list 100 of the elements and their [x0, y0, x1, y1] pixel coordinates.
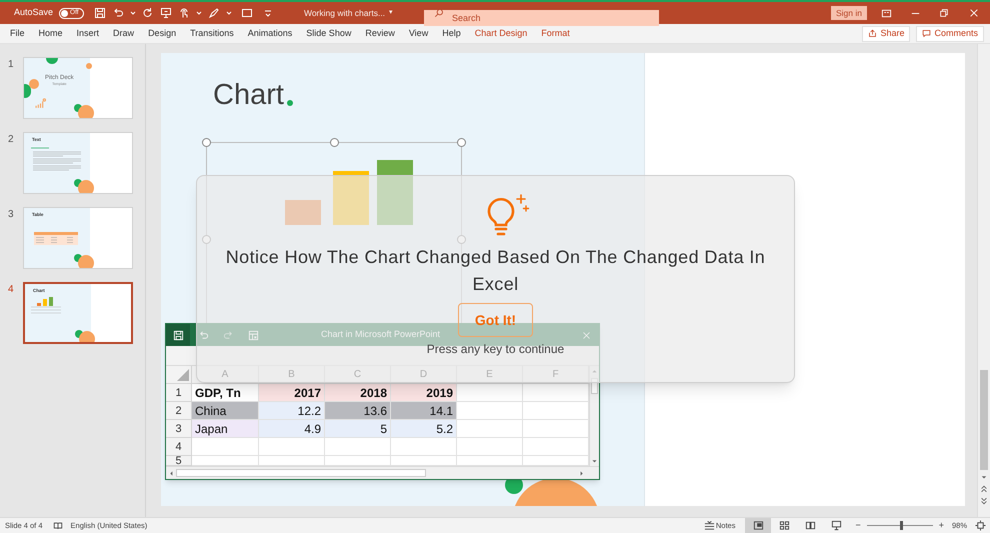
- search-icon: [434, 8, 444, 18]
- ribbon-tab[interactable]: Insert: [76, 26, 100, 40]
- spreadsheet-cell[interactable]: [457, 438, 523, 456]
- ribbon-tab[interactable]: Draw: [113, 26, 134, 40]
- row-header[interactable]: 3: [166, 420, 192, 438]
- spreadsheet-cell[interactable]: [457, 402, 523, 420]
- spreadsheet-cell[interactable]: 12.2: [259, 402, 325, 420]
- spreadsheet-cell[interactable]: [259, 456, 325, 466]
- spreadsheet-cell[interactable]: 5: [325, 420, 391, 438]
- spreadsheet-cell[interactable]: [192, 438, 259, 456]
- slide-number: 3: [7, 208, 15, 222]
- spreadsheet-cell[interactable]: China: [192, 402, 259, 420]
- spreadsheet-cell[interactable]: [523, 384, 589, 402]
- spreadsheet-cell[interactable]: 2018: [325, 384, 391, 402]
- save-icon[interactable]: [172, 330, 184, 340]
- slideshow-view-icon: [830, 520, 842, 531]
- vertical-scrollbar[interactable]: [977, 44, 990, 517]
- caret-icon[interactable]: [226, 9, 232, 17]
- spreadsheet-cell[interactable]: [523, 420, 589, 438]
- row-header[interactable]: 1: [166, 384, 192, 402]
- previous-slide-icon[interactable]: [980, 485, 988, 493]
- spreadsheet-cell[interactable]: [325, 456, 391, 466]
- spreadsheet-cell[interactable]: 4.9: [259, 420, 325, 438]
- spreadsheet-cell[interactable]: 2019: [391, 384, 457, 402]
- row-header[interactable]: 4: [166, 438, 192, 456]
- slide-title: Chart: [213, 78, 284, 113]
- spreadsheet-cell[interactable]: [523, 438, 589, 456]
- undo-icon[interactable]: [112, 7, 124, 19]
- comments-button[interactable]: Comments: [916, 26, 984, 42]
- comments-icon: [922, 29, 932, 38]
- spreadsheet-cell[interactable]: [457, 456, 523, 466]
- scrollbar-thumb[interactable]: [980, 370, 988, 470]
- ribbon-tab[interactable]: Transitions: [190, 26, 234, 40]
- restore-icon[interactable]: [939, 8, 949, 18]
- horizontal-scrollbar[interactable]: [166, 466, 599, 479]
- ribbon-tab[interactable]: Format: [541, 26, 570, 40]
- blank-area: [90, 58, 132, 118]
- ribbon-tab[interactable]: File: [10, 26, 25, 40]
- book-icon[interactable]: [52, 520, 63, 530]
- tip-message: Notice How The Chart Changed Based On The Changed Data In Excel: [226, 246, 766, 296]
- scroll-down-icon[interactable]: [980, 474, 988, 480]
- zoom-in-button[interactable]: +: [938, 518, 944, 532]
- blank-area: [91, 284, 131, 342]
- caret-icon[interactable]: [130, 9, 136, 17]
- row-header[interactable]: 5: [166, 456, 192, 466]
- save-icon[interactable]: [94, 7, 106, 19]
- row-header[interactable]: 2: [166, 402, 192, 420]
- spreadsheet-cell[interactable]: [457, 420, 523, 438]
- caret-icon[interactable]: [196, 9, 202, 17]
- ribbon-tab[interactable]: Design: [148, 26, 176, 40]
- ribbon-tab[interactable]: Review: [365, 26, 395, 40]
- content-panel: [25, 284, 91, 342]
- spreadsheet-cell[interactable]: [391, 456, 457, 466]
- scroll-left-icon[interactable]: [168, 470, 174, 477]
- ribbon-tab[interactable]: Home: [38, 26, 63, 40]
- blank-area: [90, 208, 132, 268]
- scroll-down-icon[interactable]: [591, 458, 598, 464]
- slide-number: 1: [7, 58, 15, 72]
- spreadsheet-cell[interactable]: [192, 456, 259, 466]
- spreadsheet-cell[interactable]: [457, 384, 523, 402]
- blank-area: [90, 133, 132, 193]
- fit-to-window-icon[interactable]: [975, 520, 986, 531]
- zoom-out-button[interactable]: −: [855, 518, 861, 532]
- scroll-right-icon[interactable]: [579, 470, 585, 477]
- continue-hint: Press any key to continue: [426, 342, 564, 356]
- normal-view-button[interactable]: [745, 518, 772, 533]
- table-slide-drawing: [34, 232, 78, 246]
- search-field[interactable]: Search: [424, 10, 659, 26]
- save-button[interactable]: [166, 324, 190, 346]
- redo-icon[interactable]: [142, 7, 154, 19]
- shape-icon[interactable]: [241, 7, 254, 19]
- spreadsheet-cell[interactable]: [523, 456, 589, 466]
- spreadsheet-cell[interactable]: 13.6: [325, 402, 391, 420]
- content-panel: [24, 58, 90, 118]
- spreadsheet-cell[interactable]: [259, 438, 325, 456]
- share-icon: [868, 29, 878, 38]
- spreadsheet-cell[interactable]: 2017: [259, 384, 325, 402]
- spreadsheet-cell[interactable]: [391, 438, 457, 456]
- ribbon-tab[interactable]: View: [408, 26, 428, 40]
- document-title: Working with charts...: [304, 6, 386, 20]
- ribbon-display-icon[interactable]: [881, 8, 892, 18]
- presentation-icon[interactable]: [160, 7, 172, 19]
- next-slide-icon[interactable]: [980, 497, 988, 505]
- ribbon-tab[interactable]: Animations: [248, 26, 292, 40]
- spreadsheet-cell[interactable]: 5.2: [391, 420, 457, 438]
- normal-view-icon: [752, 520, 764, 531]
- spreadsheet-cell[interactable]: Japan: [192, 420, 259, 438]
- hand-icon[interactable]: [178, 7, 190, 19]
- close-icon[interactable]: [969, 8, 979, 18]
- spreadsheet-cell[interactable]: 14.1: [391, 402, 457, 420]
- ribbon-tab[interactable]: Help: [442, 26, 461, 40]
- ribbon-tab[interactable]: Slide Show: [306, 26, 352, 40]
- pen-icon[interactable]: [208, 7, 220, 19]
- spreadsheet-cell[interactable]: [523, 402, 589, 420]
- ribbon-tab[interactable]: Chart Design: [474, 26, 528, 40]
- slider-thumb[interactable]: [900, 521, 903, 530]
- spreadsheet-cell[interactable]: [325, 438, 391, 456]
- scrollbar-thumb[interactable]: [176, 469, 426, 477]
- share-button[interactable]: Share: [862, 26, 910, 42]
- reading-view-icon: [804, 520, 816, 531]
